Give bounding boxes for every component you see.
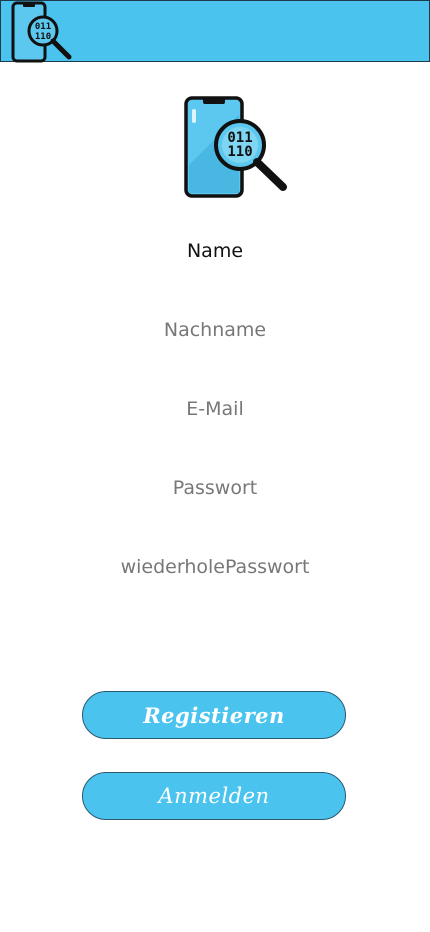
name-field-wrapper <box>40 233 390 269</box>
name-field[interactable] <box>40 233 390 269</box>
lastname-field[interactable] <box>40 312 390 348</box>
password-field-wrapper <box>40 470 390 506</box>
lastname-field-wrapper <box>40 312 390 348</box>
top-app-bar: 011 110 <box>0 0 430 63</box>
repeat-password-field[interactable] <box>40 549 390 585</box>
password-field[interactable] <box>40 470 390 506</box>
svg-text:110: 110 <box>227 144 252 160</box>
email-field-wrapper <box>40 391 390 427</box>
login-button[interactable]: Anmelden <box>82 772 346 820</box>
email-field[interactable] <box>40 391 390 427</box>
phone-magnifier-logo-icon: 011 110 <box>184 96 287 198</box>
svg-text:011: 011 <box>35 22 51 32</box>
repeat-password-field-wrapper <box>40 549 390 585</box>
app-logo-icon: 011 110 <box>11 1 72 63</box>
svg-text:110: 110 <box>35 32 51 42</box>
register-button[interactable]: Registieren <box>82 691 346 739</box>
